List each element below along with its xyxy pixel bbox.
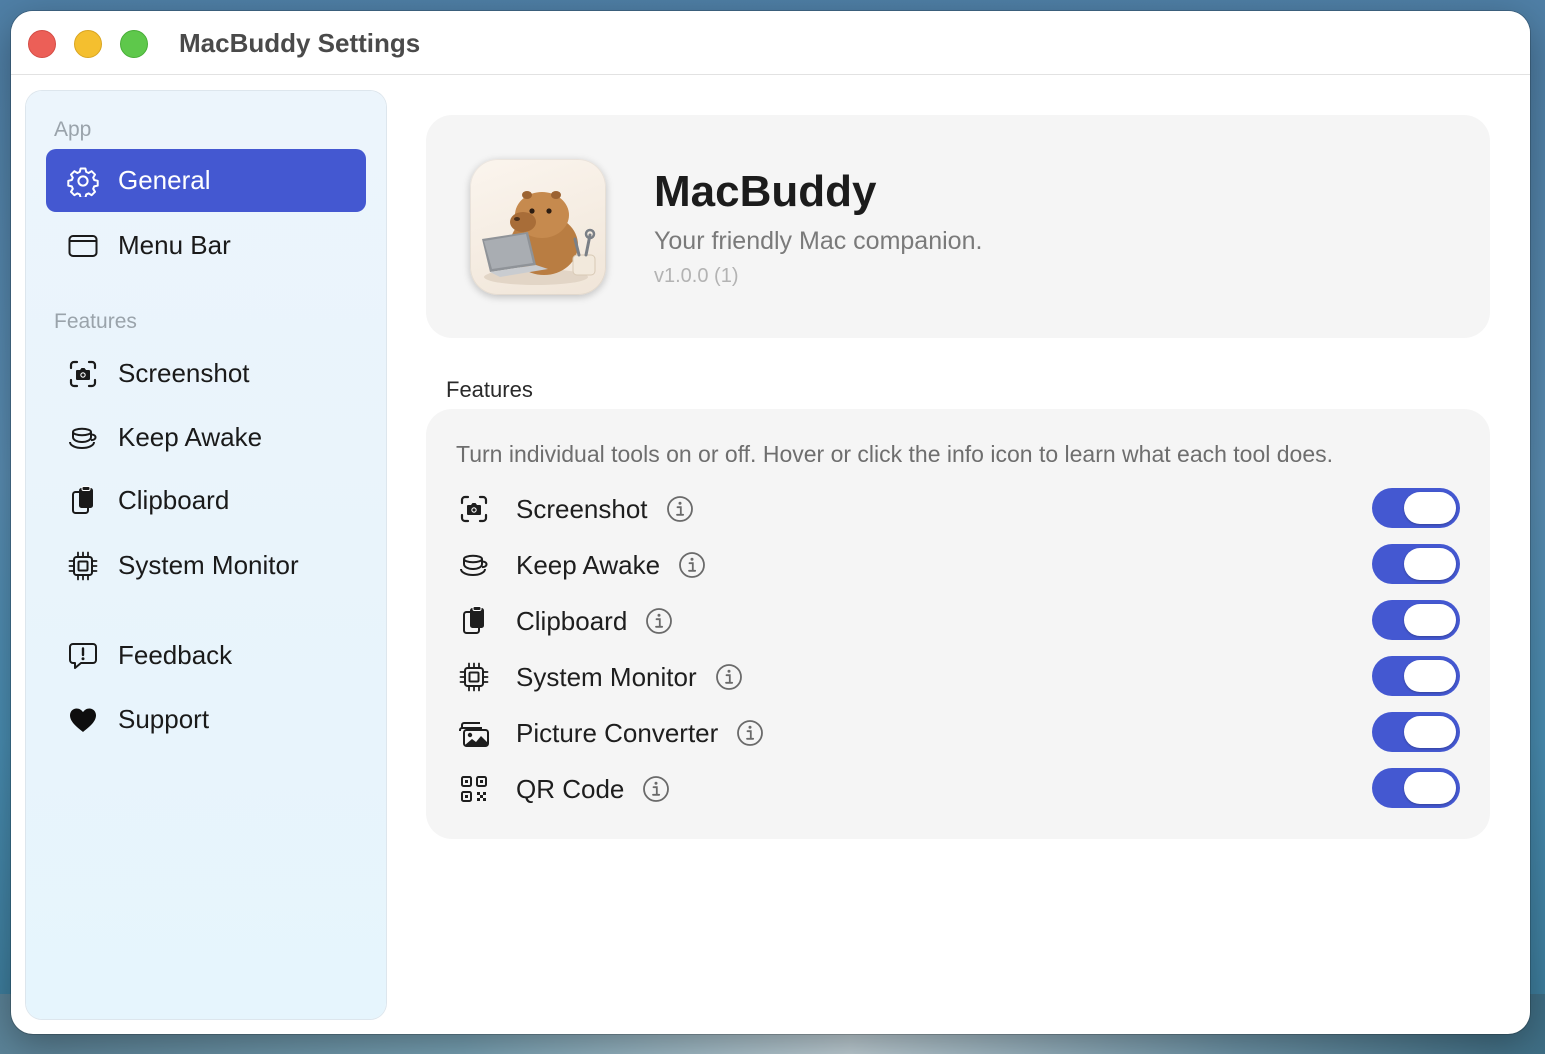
sidebar-item-keep-awake[interactable]: Keep Awake — [46, 406, 366, 469]
feature-row-clipboard: Clipboard — [456, 599, 1460, 643]
zoom-window-button[interactable] — [120, 30, 148, 58]
cup-icon — [66, 421, 100, 455]
sidebar-item-menu-bar[interactable]: Menu Bar — [46, 214, 366, 277]
sidebar-item-clipboard[interactable]: Clipboard — [46, 469, 366, 532]
sidebar-item-label: General — [118, 165, 211, 195]
heart-icon — [66, 703, 100, 737]
feature-row-screenshot: Screenshot — [456, 487, 1460, 531]
sidebar-item-screenshot[interactable]: Screenshot — [46, 342, 366, 405]
system-monitor-toggle[interactable] — [1372, 656, 1460, 696]
feature-row-keep-awake: Keep Awake — [456, 543, 1460, 587]
info-icon[interactable] — [678, 551, 706, 579]
minimize-window-button[interactable] — [74, 30, 102, 58]
toggle-knob — [1404, 604, 1456, 636]
cup-icon — [456, 547, 492, 583]
qr-code-toggle[interactable] — [1372, 768, 1460, 808]
toggle-knob — [1404, 716, 1456, 748]
sidebar-item-label: System Monitor — [118, 550, 299, 580]
camera-viewfinder-icon — [66, 357, 100, 391]
gear-icon — [66, 164, 100, 198]
photo-stack-icon — [456, 715, 492, 751]
screenshot-toggle[interactable] — [1372, 488, 1460, 528]
sidebar-section-app: App — [54, 118, 92, 141]
camera-viewfinder-icon — [456, 491, 492, 527]
picture-converter-toggle[interactable] — [1372, 712, 1460, 752]
sidebar-item-label: Feedback — [118, 640, 233, 670]
app-name: MacBuddy — [654, 167, 877, 216]
features-description: Turn individual tools on or off. Hover o… — [456, 441, 1334, 467]
clipboard-icon — [456, 603, 492, 639]
cpu-icon — [456, 659, 492, 695]
feature-label: Keep Awake — [516, 549, 661, 580]
close-window-button[interactable] — [28, 30, 56, 58]
feature-label: Screenshot — [516, 493, 648, 524]
title-bar: MacBuddy Settings — [11, 11, 1530, 75]
toggle-knob — [1404, 548, 1456, 580]
sidebar: App General Menu Bar Features Screenshot… — [26, 91, 386, 1019]
feature-label: Picture Converter — [516, 717, 719, 748]
sidebar-item-label: Keep Awake — [118, 422, 263, 452]
app-version: v1.0.0 (1) — [654, 265, 739, 287]
exclamation-bubble-icon — [66, 639, 100, 673]
info-icon[interactable] — [642, 775, 670, 803]
toggle-knob — [1404, 772, 1456, 804]
sidebar-section-features: Features — [54, 310, 137, 333]
info-icon[interactable] — [715, 663, 743, 691]
sidebar-item-label: Clipboard — [118, 485, 230, 515]
clipboard-toggle[interactable] — [1372, 600, 1460, 640]
feature-row-system-monitor: System Monitor — [456, 655, 1460, 699]
toggle-knob — [1404, 660, 1456, 692]
sidebar-item-system-monitor[interactable]: System Monitor — [46, 534, 366, 597]
toggle-knob — [1404, 492, 1456, 524]
info-icon[interactable] — [736, 719, 764, 747]
sidebar-item-feedback[interactable]: Feedback — [46, 624, 366, 687]
features-heading: Features — [446, 377, 533, 402]
feature-row-qr-code: QR Code — [456, 767, 1460, 811]
settings-window: MacBuddy Settings App General Menu Bar F… — [11, 11, 1530, 1034]
menubar-icon — [66, 229, 100, 263]
feature-label: System Monitor — [516, 661, 697, 692]
sidebar-item-general[interactable]: General — [46, 149, 366, 212]
sidebar-item-support[interactable]: Support — [46, 688, 366, 751]
app-tagline: Your friendly Mac companion. — [654, 227, 983, 255]
info-icon[interactable] — [645, 607, 673, 635]
cpu-icon — [66, 549, 100, 583]
window-title: MacBuddy Settings — [179, 28, 421, 58]
sidebar-item-label: Support — [118, 704, 210, 734]
feature-label: QR Code — [516, 773, 625, 804]
sidebar-item-label: Menu Bar — [118, 230, 231, 260]
clipboard-icon — [66, 484, 100, 518]
feature-label: Clipboard — [516, 605, 628, 636]
info-icon[interactable] — [666, 495, 694, 523]
feature-row-picture-converter: Picture Converter — [456, 711, 1460, 755]
capybara-mascot-icon — [482, 191, 596, 285]
qr-code-icon — [456, 771, 492, 807]
features-card: Turn individual tools on or off. Hover o… — [426, 409, 1490, 839]
app-icon — [470, 159, 606, 295]
app-info-card: MacBuddy Your friendly Mac companion. v1… — [426, 115, 1490, 338]
keep-awake-toggle[interactable] — [1372, 544, 1460, 584]
sidebar-item-label: Screenshot — [118, 358, 250, 388]
